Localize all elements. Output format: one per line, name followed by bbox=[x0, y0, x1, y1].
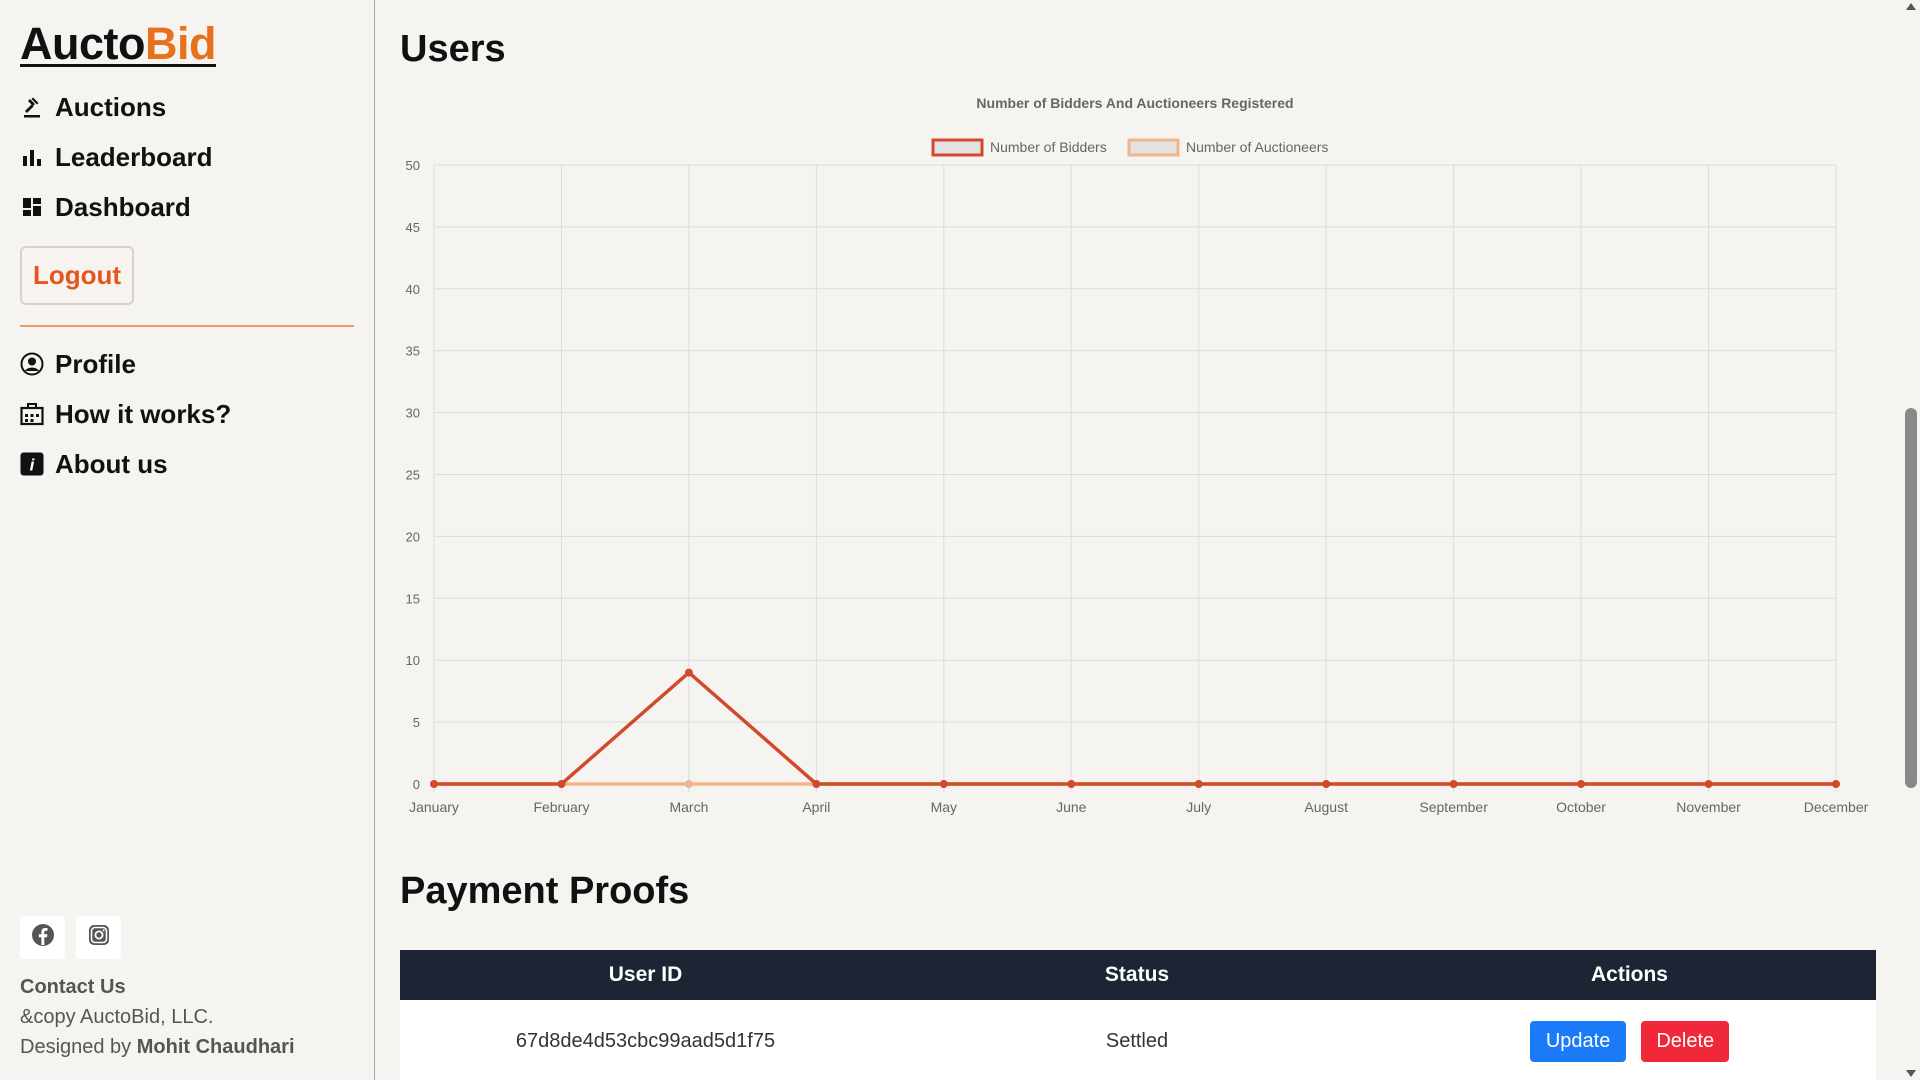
users-chart: Number of Bidders And Auctioneers Regist… bbox=[400, 88, 1876, 828]
designer-name: Mohit Chaudhari bbox=[136, 1036, 295, 1058]
users-heading: Users bbox=[400, 28, 506, 70]
data-point bbox=[684, 668, 693, 677]
user-id-cell: 67d8de4d53cbc99aad5d1f75 bbox=[515, 1029, 776, 1052]
data-point bbox=[430, 780, 438, 788]
sidebar: AuctoBid Auctions Leaderboard Dashboard … bbox=[0, 0, 375, 1080]
facebook-button[interactable] bbox=[20, 916, 65, 959]
logout-button[interactable]: Logout bbox=[20, 246, 135, 305]
nav-item-about-us[interactable]: i About us bbox=[20, 439, 354, 489]
data-point bbox=[1322, 780, 1331, 788]
x-tick-label: February bbox=[533, 799, 589, 815]
legend-swatch-0 bbox=[931, 138, 984, 157]
nav-item-profile[interactable]: Profile bbox=[20, 339, 354, 389]
users-chart-svg: Number of Bidders And Auctioneers Regist… bbox=[406, 95, 1869, 815]
actions-cell: Update Delete bbox=[1383, 1020, 1876, 1062]
y-tick-label: 45 bbox=[406, 220, 420, 235]
secondary-nav: Profile How it works? i About us bbox=[20, 339, 354, 489]
x-tick-label: April bbox=[802, 799, 830, 815]
contact-us-label: Contact Us bbox=[20, 976, 126, 998]
y-tick-label: 0 bbox=[413, 777, 420, 792]
scroll-up-arrow-icon[interactable] bbox=[1906, 3, 1916, 10]
gavel-icon bbox=[20, 95, 44, 119]
payment-proofs-table: User ID Status Actions 67d8de4d53cbc99aa… bbox=[400, 950, 1876, 1080]
payment-proofs-heading: Payment Proofs bbox=[400, 870, 690, 912]
x-tick-label: December bbox=[1804, 799, 1869, 815]
nav-item-label: Dashboard bbox=[55, 191, 191, 222]
designed-by-prefix: Designed by bbox=[20, 1036, 137, 1058]
facebook-icon bbox=[31, 923, 55, 952]
y-tick-label: 20 bbox=[406, 529, 420, 544]
column-header-status: Status bbox=[1104, 963, 1170, 986]
y-tick-label: 25 bbox=[406, 468, 420, 483]
logo-text-aucto: Aucto bbox=[20, 18, 146, 69]
social-links bbox=[20, 916, 121, 959]
bar-chart-icon bbox=[20, 145, 44, 169]
chart-title: Number of Bidders And Auctioneers Regist… bbox=[976, 95, 1293, 111]
briefcase-icon bbox=[20, 402, 44, 426]
data-point bbox=[557, 780, 566, 788]
nav-item-label: Profile bbox=[55, 348, 136, 379]
x-tick-label: October bbox=[1556, 799, 1606, 815]
x-tick-label: July bbox=[1186, 799, 1211, 815]
table-row: 67d8de4d53cbc99aad5d1f75 Settled Update … bbox=[400, 1000, 1876, 1080]
column-header-actions: Actions bbox=[1590, 963, 1668, 986]
data-point bbox=[1449, 780, 1458, 788]
nav-item-dashboard[interactable]: Dashboard bbox=[20, 182, 354, 232]
nav-item-auctions[interactable]: Auctions bbox=[20, 82, 354, 132]
x-tick-label: June bbox=[1056, 799, 1087, 815]
main-nav: Auctions Leaderboard Dashboard bbox=[20, 82, 354, 232]
x-tick-label: May bbox=[931, 799, 957, 815]
data-point bbox=[1194, 780, 1203, 788]
nav-item-label: Auctions bbox=[55, 91, 167, 122]
y-tick-label: 30 bbox=[406, 406, 420, 421]
y-tick-label: 50 bbox=[406, 158, 420, 173]
nav-item-leaderboard[interactable]: Leaderboard bbox=[20, 132, 354, 182]
x-tick-label: March bbox=[669, 799, 708, 815]
scrollbar[interactable] bbox=[1902, 0, 1920, 1080]
nav-item-how-it-works[interactable]: How it works? bbox=[20, 389, 354, 439]
sidebar-divider bbox=[20, 325, 354, 327]
data-point bbox=[1832, 780, 1840, 788]
delete-button[interactable]: Delete bbox=[1641, 1020, 1730, 1062]
info-icon: i bbox=[20, 452, 44, 476]
dashboard-icon bbox=[20, 195, 44, 219]
data-point bbox=[1067, 780, 1076, 788]
instagram-icon bbox=[88, 924, 110, 951]
x-tick-label: November bbox=[1676, 799, 1741, 815]
x-tick-label: September bbox=[1419, 799, 1488, 815]
data-point bbox=[939, 780, 948, 788]
y-tick-label: 35 bbox=[406, 344, 420, 359]
y-tick-label: 10 bbox=[406, 653, 420, 668]
status-cell: Settled bbox=[1105, 1029, 1169, 1052]
nav-item-label: Leaderboard bbox=[55, 141, 213, 172]
user-circle-icon bbox=[20, 352, 44, 376]
update-button[interactable]: Update bbox=[1529, 1020, 1627, 1062]
table-header: User ID Status Actions bbox=[400, 950, 1876, 1000]
legend-label-0: Number of Bidders bbox=[990, 139, 1107, 155]
designed-by: Designed by Mohit Chaudhari bbox=[20, 1032, 295, 1062]
logo-text-bid: Bid bbox=[145, 18, 217, 69]
y-tick-label: 15 bbox=[406, 591, 420, 606]
logo[interactable]: AuctoBid bbox=[20, 18, 217, 70]
x-tick-label: January bbox=[409, 799, 459, 815]
footer: Contact Us &copy AuctoBid, LLC. Designed… bbox=[20, 972, 295, 1062]
data-point bbox=[1704, 780, 1713, 788]
x-tick-label: August bbox=[1304, 799, 1348, 815]
copyright-text: &copy AuctoBid, LLC. bbox=[20, 1006, 214, 1028]
data-point bbox=[684, 780, 693, 788]
series-line-0 bbox=[434, 670, 1836, 786]
legend-swatch-1 bbox=[1127, 138, 1180, 157]
instagram-button[interactable] bbox=[76, 916, 121, 959]
data-point bbox=[812, 780, 821, 788]
main-content: Users Number of Bidders And Auctioneers … bbox=[400, 0, 1876, 1080]
y-tick-label: 5 bbox=[413, 715, 420, 730]
legend-label-1: Number of Auctioneers bbox=[1186, 139, 1328, 155]
scroll-thumb[interactable] bbox=[1905, 408, 1917, 788]
scroll-down-arrow-icon[interactable] bbox=[1906, 1070, 1916, 1077]
data-point bbox=[1577, 780, 1586, 788]
nav-item-label: About us bbox=[55, 448, 168, 479]
column-header-user-id: User ID bbox=[608, 963, 683, 986]
nav-item-label: How it works? bbox=[55, 398, 232, 429]
y-tick-label: 40 bbox=[406, 282, 420, 297]
